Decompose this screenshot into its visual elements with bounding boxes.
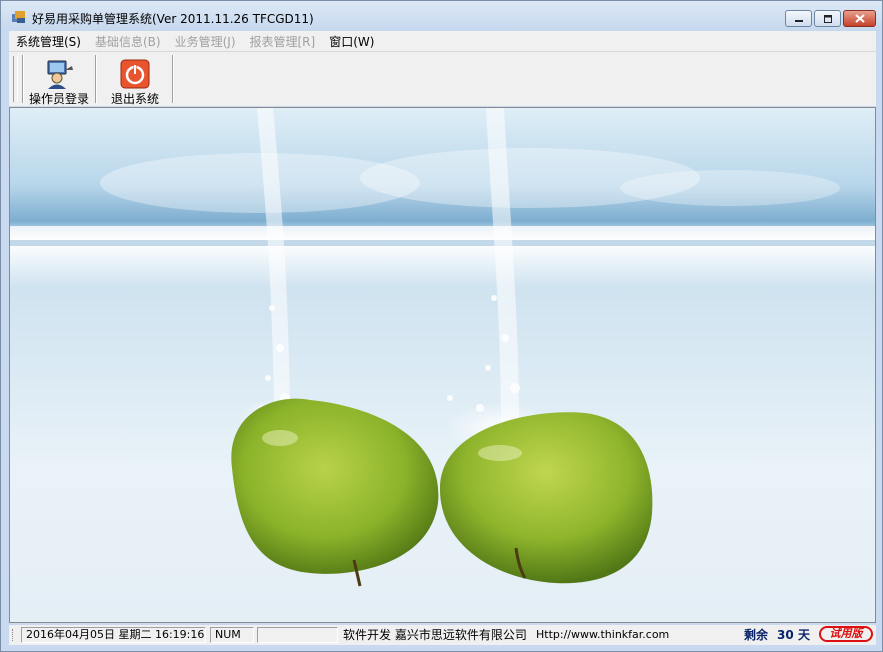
menu-system[interactable]: 系统管理(S) [9,33,88,50]
operator-login-button[interactable]: 操作员登录 [25,55,93,106]
app-window: 好易用采购单管理系统(Ver 2011.11.26 TFCGD11) 系统管理(… [0,0,883,652]
operator-login-label: 操作员登录 [28,92,89,106]
remaining-suffix: 天 [798,628,811,642]
status-developer: 软件开发 嘉兴市思远软件有限公司 [343,628,527,642]
operator-login-icon [47,60,73,89]
toolbar-grip[interactable] [13,56,18,102]
app-icon [12,11,25,23]
maximize-icon [823,14,832,23]
toolbar-separator [95,55,97,103]
background-image [10,108,875,622]
remaining-prefix: 剩余 [744,628,769,642]
close-icon [854,14,865,23]
power-icon [120,59,150,89]
menu-bar: 系统管理(S) 基础信息(B) 业务管理(J) 报表管理[R] 窗口(W) [9,31,876,51]
close-button[interactable] [843,10,876,27]
status-bar: 2016年04月05日 星期二 16:19:16 NUM 软件开发 嘉兴市思远软… [9,625,876,645]
title-bar[interactable]: 好易用采购单管理系统(Ver 2011.11.26 TFCGD11) [1,1,882,31]
minimize-icon [794,19,803,22]
toolbar: 操作员登录 退出系统 [9,51,876,106]
toolbar-separator [22,55,24,103]
exit-system-label: 退出系统 [110,92,159,106]
status-url[interactable]: Http://www.thinkfar.com [536,628,669,642]
statusbar-grip[interactable] [12,629,16,641]
menu-reports[interactable]: 报表管理[R] [243,33,323,50]
status-datetime: 2016年04月05日 星期二 16:19:16 [21,627,206,643]
menu-business[interactable]: 业务管理(J) [168,33,243,50]
status-empty-pane [257,627,338,643]
mdi-client-area [9,107,876,623]
toolbar-separator [172,55,174,103]
trial-version-stamp: 试用版 [819,626,873,642]
maximize-button[interactable] [814,10,841,27]
menu-basic-info[interactable]: 基础信息(B) [88,33,168,50]
minimize-button[interactable] [785,10,812,27]
status-numlock: NUM [210,627,254,643]
exit-system-button[interactable]: 退出系统 [105,55,165,106]
window-title: 好易用采购单管理系统(Ver 2011.11.26 TFCGD11) [32,12,314,26]
menu-window[interactable]: 窗口(W) [322,33,381,50]
remaining-days: 30 [777,628,794,642]
